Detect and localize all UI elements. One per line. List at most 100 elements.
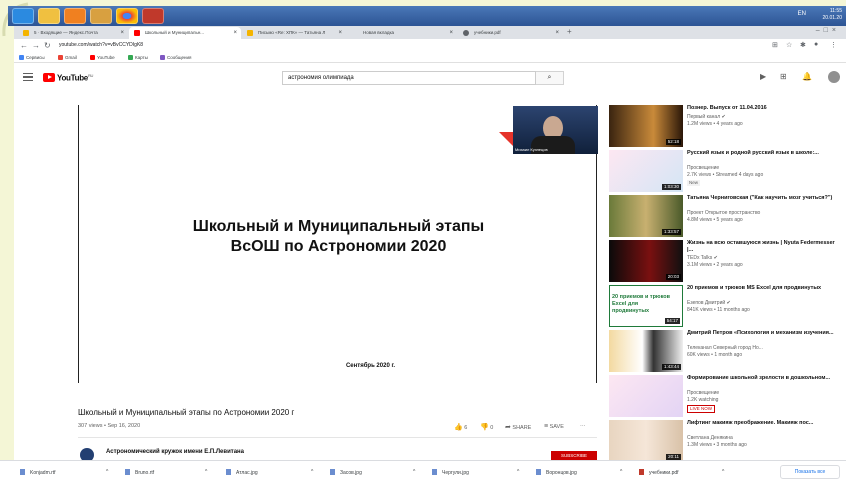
recommendation-channel[interactable]: Светлана Денякина bbox=[687, 435, 733, 441]
recommendation-title[interactable]: Дмитрий Петров «Психология и механизм из… bbox=[687, 330, 837, 337]
youtube-logo-icon[interactable] bbox=[43, 73, 55, 82]
download-item[interactable]: Bruno.rtf bbox=[125, 469, 154, 476]
forward-icon[interactable]: → bbox=[32, 41, 40, 50]
address-bar[interactable]: youtube.com/watch?v=vBvCCYDIgK8 bbox=[59, 42, 143, 48]
close-icon[interactable]: × bbox=[555, 27, 559, 39]
recommendation-item[interactable]: 1:43:44 Дмитрий Петров «Психология и мех… bbox=[609, 330, 839, 372]
pdf-icon[interactable] bbox=[142, 8, 164, 24]
download-menu-chevron-icon[interactable]: ^ bbox=[722, 469, 724, 475]
channel-name[interactable]: Астрономический кружок имени Е.П.Левитан… bbox=[106, 449, 244, 455]
star-icon[interactable]: ☆ bbox=[786, 41, 792, 49]
close-icon[interactable]: × bbox=[338, 27, 342, 39]
recommendation-item[interactable]: 20:03 Жизнь на всю оставшуюся жизнь | Ny… bbox=[609, 240, 839, 282]
save-button[interactable]: ≡ SAVE bbox=[544, 423, 564, 430]
account-avatar[interactable] bbox=[828, 71, 840, 83]
download-item[interactable]: Konjadm.rtf bbox=[20, 469, 56, 476]
recommendation-title[interactable]: Татьяна Черниговская ("Как научить мозг … bbox=[687, 195, 837, 202]
new-tab-button[interactable]: + bbox=[567, 27, 572, 36]
download-menu-chevron-icon[interactable]: ^ bbox=[413, 469, 415, 475]
download-menu-chevron-icon[interactable]: ^ bbox=[106, 469, 108, 475]
recommendation-channel[interactable]: Проект Открытое пространство bbox=[687, 210, 760, 216]
system-clock[interactable]: 11:55 20.01.20 bbox=[823, 8, 842, 22]
video-thumbnail[interactable]: 20 приемов и трюков Excel для продвинуты… bbox=[609, 285, 683, 327]
video-thumbnail[interactable]: 1:03:30 bbox=[609, 150, 683, 192]
window-controls[interactable]: –□× bbox=[816, 27, 840, 34]
download-menu-chevron-icon[interactable]: ^ bbox=[620, 469, 622, 475]
recommendation-channel[interactable]: TEDx Talks ✔ bbox=[687, 255, 718, 261]
explorer-icon[interactable] bbox=[38, 8, 60, 24]
recommendation-title[interactable]: Познер. Выпуск от 11.04.2016 bbox=[687, 105, 837, 112]
close-icon[interactable]: × bbox=[233, 27, 237, 39]
download-menu-chevron-icon[interactable]: ^ bbox=[311, 469, 313, 475]
download-menu-chevron-icon[interactable]: ^ bbox=[517, 469, 519, 475]
subscribe-button[interactable]: SUBSCRIBE bbox=[551, 451, 597, 460]
apps-grid-icon[interactable]: ⊞ bbox=[780, 72, 787, 81]
show-all-downloads-button[interactable]: Показать все bbox=[780, 465, 840, 479]
back-icon[interactable]: ← bbox=[20, 41, 28, 50]
globe-icon bbox=[463, 30, 469, 36]
like-button[interactable]: 👍 6 bbox=[454, 423, 467, 431]
close-icon[interactable]: × bbox=[120, 27, 124, 39]
folder-icon[interactable] bbox=[90, 8, 112, 24]
language-indicator[interactable]: EN bbox=[798, 11, 806, 17]
tab-new[interactable]: Новая вкладка × bbox=[347, 27, 457, 39]
recommendation-item[interactable]: 20:11 Лифтинг макияж преображение. Макия… bbox=[609, 420, 839, 462]
share-button[interactable]: ➦ SHARE bbox=[505, 423, 531, 431]
youtube-logo-text[interactable]: YouTubeRU bbox=[57, 73, 93, 83]
search-icon[interactable]: ⌕ bbox=[536, 71, 564, 85]
recommendation-title[interactable]: 20 приемов и трюков MS Excel для продвин… bbox=[687, 285, 837, 292]
bookmark-youtube[interactable]: YouTube bbox=[90, 55, 115, 60]
download-item[interactable]: Воронцов.jpg bbox=[536, 469, 577, 476]
recommendation-item[interactable]: 1:33:57 Татьяна Черниговская ("Как научи… bbox=[609, 195, 839, 237]
recommendation-item[interactable]: 52:18 Познер. Выпуск от 11.04.2016 Первы… bbox=[609, 105, 839, 147]
translate-icon[interactable]: ⊞ bbox=[772, 41, 778, 49]
bookmark-messages[interactable]: Сообщения bbox=[160, 55, 191, 60]
download-menu-chevron-icon[interactable]: ^ bbox=[205, 469, 207, 475]
recommendation-channel[interactable]: Просвещение bbox=[687, 165, 719, 171]
video-thumbnail[interactable]: 52:18 bbox=[609, 105, 683, 147]
recommendation-item[interactable]: 1:03:30 Русский язык и родной русский яз… bbox=[609, 150, 839, 192]
tab-mail[interactable]: 5 · Входящие — Яндекс.Почта × bbox=[18, 27, 128, 39]
recommendation-item[interactable]: 20 приемов и трюков Excel для продвинуты… bbox=[609, 285, 839, 327]
ie-icon[interactable] bbox=[12, 8, 34, 24]
recommendation-channel[interactable]: Езепов Дмитрий ✔ bbox=[687, 300, 731, 306]
chrome-icon[interactable] bbox=[116, 8, 138, 24]
menu-dots-icon[interactable]: ⋮ bbox=[830, 41, 837, 49]
bookmark-services[interactable]: Сервисы bbox=[19, 55, 45, 60]
bookmark-gmail[interactable]: Gmail bbox=[58, 55, 77, 60]
tab-youtube[interactable]: Школьный и Муниципальн... × bbox=[129, 27, 241, 39]
recommendation-item[interactable]: Формирование школьной зрелости в дошколь… bbox=[609, 375, 839, 417]
browser-toolbar: ← → ↻ youtube.com/watch?v=vBvCCYDIgK8 ⊞ … bbox=[14, 39, 846, 53]
media-player-icon[interactable] bbox=[64, 8, 86, 24]
tab-letter[interactable]: Письмо «Re: ХПК» — Татьяна Л × bbox=[242, 27, 346, 39]
recommendation-title[interactable]: Жизнь на всю оставшуюся жизнь | Nyuta Fe… bbox=[687, 240, 837, 254]
dislike-button[interactable]: 👎 0 bbox=[480, 423, 493, 431]
video-thumbnail[interactable]: 1:33:57 bbox=[609, 195, 683, 237]
download-item[interactable]: Атлас.jpg bbox=[226, 469, 258, 476]
extensions-icon[interactable]: ✱ bbox=[800, 41, 806, 49]
video-thumbnail[interactable]: 1:43:44 bbox=[609, 330, 683, 372]
recommendation-channel[interactable]: Просвещение bbox=[687, 390, 719, 396]
hamburger-menu-icon[interactable] bbox=[23, 73, 33, 81]
video-thumbnail[interactable]: 20:11 bbox=[609, 420, 683, 462]
more-actions-button[interactable]: ··· bbox=[580, 423, 586, 429]
recommendation-title[interactable]: Лифтинг макияж преображение. Макияж пос.… bbox=[687, 420, 837, 427]
recommendation-channel[interactable]: Телеканал Северный город Но... bbox=[687, 345, 763, 351]
profile-icon[interactable]: ● bbox=[814, 41, 818, 48]
reload-icon[interactable]: ↻ bbox=[44, 41, 51, 50]
bookmark-maps[interactable]: Карты bbox=[128, 55, 148, 60]
download-item[interactable]: Засов.jpg bbox=[330, 469, 362, 476]
create-video-icon[interactable]: ▶ bbox=[760, 72, 766, 81]
recommendation-channel[interactable]: Первый канал ✔ bbox=[687, 114, 726, 120]
notifications-bell-icon[interactable]: 🔔 bbox=[802, 72, 812, 81]
recommendation-title[interactable]: Русский язык и родной русский язык в шко… bbox=[687, 150, 837, 157]
recommendation-title[interactable]: Формирование школьной зрелости в дошколь… bbox=[687, 375, 837, 382]
video-player[interactable]: Михаил Кузнецов Школьный и Муниципальный… bbox=[78, 105, 598, 383]
video-thumbnail[interactable]: 20:03 bbox=[609, 240, 683, 282]
video-thumbnail[interactable] bbox=[609, 375, 683, 417]
tab-pdf[interactable]: учебники.pdf × bbox=[458, 27, 563, 39]
close-icon[interactable]: × bbox=[449, 27, 453, 39]
search-input[interactable]: астрономия олимпиада bbox=[282, 71, 536, 85]
download-item[interactable]: Чергули.jpg bbox=[432, 469, 469, 476]
download-item[interactable]: учебники.pdf bbox=[639, 469, 679, 476]
